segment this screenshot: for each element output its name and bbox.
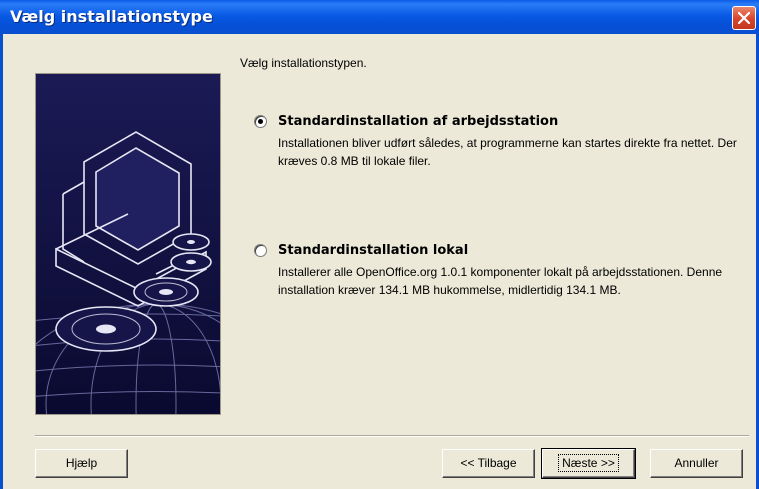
window-title: Vælg installationstype xyxy=(10,7,213,26)
installer-illustration xyxy=(35,73,221,415)
radio-workstation[interactable] xyxy=(254,115,267,128)
close-icon xyxy=(738,12,750,24)
option-local-label: Standardinstallation lokal xyxy=(278,243,469,258)
footer-separator xyxy=(35,435,749,437)
instruction-text: Vælg installationstypen. xyxy=(240,56,367,70)
cancel-button[interactable]: Annuller xyxy=(650,449,743,478)
back-button[interactable]: << Tilbage xyxy=(442,449,535,478)
window-border-left xyxy=(0,34,3,489)
title-bar[interactable]: Vælg installationstype xyxy=(0,0,759,34)
option-workstation-label: Standardinstallation af arbejdsstation xyxy=(278,114,559,129)
help-button[interactable]: Hjælp xyxy=(35,449,128,478)
close-button[interactable] xyxy=(732,6,756,30)
option-workstation-description: Installationen bliver udført således, at… xyxy=(278,136,737,168)
next-button[interactable]: Næste >> xyxy=(541,448,636,479)
installer-dialog: Vælg installationstype Vælg installation… xyxy=(0,0,759,489)
option-local-description: Installerer alle OpenOffice.org 1.0.1 ko… xyxy=(278,265,723,297)
computer-disc-illustration xyxy=(36,74,220,414)
radio-local[interactable] xyxy=(254,244,267,257)
next-button-label: Næste >> xyxy=(558,454,619,472)
